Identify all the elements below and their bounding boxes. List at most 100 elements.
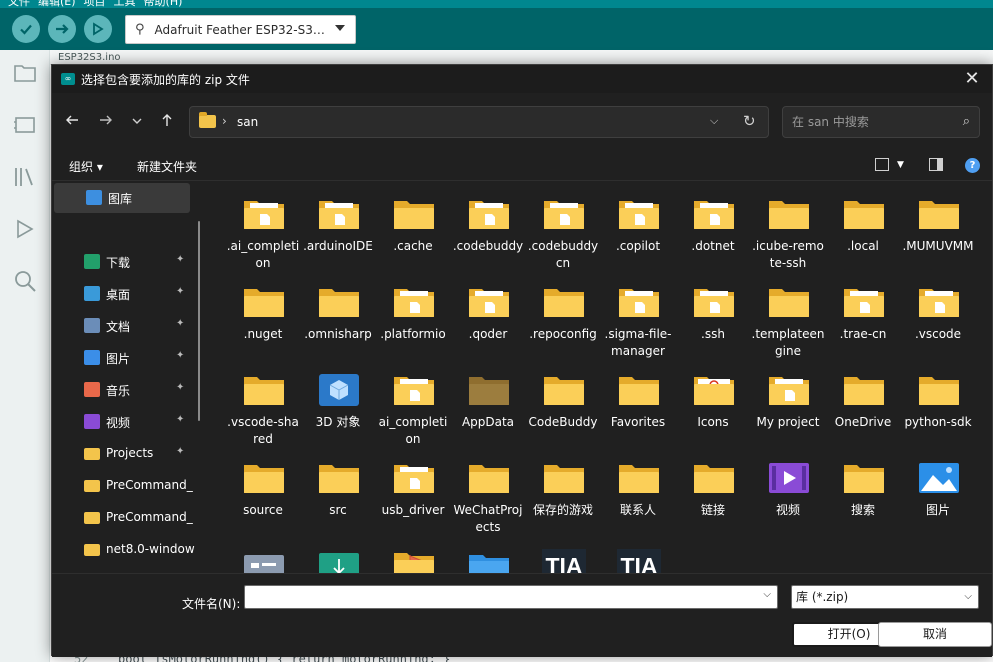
verify-button[interactable] <box>12 15 40 43</box>
board-selector[interactable]: ⚲ Adafruit Feather ESP32-S3… <box>125 15 356 44</box>
file-item[interactable]: .repoconfig <box>526 269 600 357</box>
nav-item[interactable]: 桌面 ✦ <box>52 279 202 309</box>
file-item[interactable] <box>376 533 450 573</box>
file-item[interactable]: .trae-cn <box>826 269 900 357</box>
filename-input[interactable]: ⌵ <box>244 585 778 609</box>
file-item[interactable]: .ssh <box>676 269 750 357</box>
file-item[interactable]: .cache <box>376 181 450 269</box>
debug-side-icon[interactable] <box>12 216 38 242</box>
file-item[interactable]: ai_completion <box>376 357 450 446</box>
tia-logo-text: TIA <box>545 553 583 573</box>
sketchbook-icon[interactable] <box>12 60 38 86</box>
folder-icon <box>767 285 811 319</box>
file-item[interactable]: 3D 对象 <box>301 357 375 445</box>
file-item[interactable]: WeChatProjects <box>451 445 525 534</box>
file-item[interactable] <box>301 533 375 573</box>
file-item[interactable]: .vscode <box>901 269 975 357</box>
nav-item[interactable]: Projects ✦ <box>52 439 202 469</box>
nav-item-label: Projects <box>106 446 154 460</box>
nav-item[interactable]: 文档 ✦ <box>52 311 202 341</box>
file-item[interactable] <box>451 533 525 573</box>
file-item[interactable]: source <box>226 445 300 533</box>
chevron-down-icon[interactable]: ⌵ <box>710 114 718 128</box>
chevron-down-icon[interactable]: ⌵ <box>763 589 771 600</box>
ide-menu-item[interactable]: 项目 <box>84 0 106 8</box>
file-item[interactable]: CodeBuddy <box>526 357 600 445</box>
search-input[interactable]: 在 san 中搜索 ⌕ <box>782 106 980 138</box>
chevron-down-icon <box>335 25 345 31</box>
nav-item[interactable]: PreCommand_ <box>52 503 202 533</box>
file-item[interactable]: .nuget <box>226 269 300 357</box>
file-item[interactable]: 联系人 <box>601 445 675 533</box>
file-item[interactable]: .platformio <box>376 269 450 357</box>
upload-button[interactable] <box>48 15 76 43</box>
nav-item[interactable]: net8.0-window <box>52 535 202 565</box>
file-item[interactable]: 视频 <box>751 445 825 533</box>
search-icon[interactable] <box>12 268 38 294</box>
recent-locations-button[interactable] <box>126 111 148 133</box>
ide-menu-item[interactable]: 编辑(E) <box>38 0 76 8</box>
organize-button[interactable]: 组织 ▾ <box>69 158 103 175</box>
file-item[interactable]: TIA <box>601 533 675 573</box>
chevron-down-icon[interactable]: ▼ <box>897 160 904 170</box>
file-item[interactable]: AppData <box>451 357 525 445</box>
file-item[interactable]: .copilot <box>601 181 675 269</box>
file-item[interactable]: 图片 <box>901 445 975 533</box>
close-button[interactable]: ✕ <box>960 69 984 89</box>
file-item[interactable]: 保存的游戏 <box>526 445 600 533</box>
file-item[interactable]: 链接 <box>676 445 750 533</box>
file-item[interactable]: .qoder <box>451 269 525 357</box>
file-item[interactable]: .sigma-file-manager <box>601 269 675 358</box>
file-item[interactable]: Favorites <box>601 357 675 445</box>
debug-button[interactable] <box>84 15 112 43</box>
file-item[interactable]: .arduinoIDE <box>301 181 375 269</box>
file-item[interactable]: .ai_completion <box>226 181 300 270</box>
file-item-label: 联系人 <box>619 503 656 517</box>
nav-item[interactable]: 下载 ✦ <box>52 247 202 277</box>
file-item[interactable]: .icube-remote-ssh <box>751 181 825 270</box>
file-item[interactable]: .codebuddycn <box>526 181 600 270</box>
dialog-title: 选择包含要添加的库的 zip 文件 <box>81 73 250 87</box>
ide-menu-item[interactable]: 工具 <box>114 0 136 8</box>
file-item[interactable]: .dotnet <box>676 181 750 269</box>
file-item[interactable] <box>226 533 300 573</box>
folder-icon <box>917 285 961 319</box>
nav-item[interactable]: 音乐 ✦ <box>52 375 202 405</box>
file-item[interactable]: .omnisharp <box>301 269 375 357</box>
breadcrumb-san[interactable]: san <box>237 115 258 129</box>
sketch-tab[interactable]: ESP32S3.ino <box>58 52 121 63</box>
up-button[interactable] <box>156 111 178 133</box>
help-icon[interactable]: ? <box>965 158 980 173</box>
new-folder-button[interactable]: 新建文件夹 <box>137 158 197 175</box>
forward-button[interactable] <box>95 111 117 133</box>
cancel-button[interactable]: 取消 <box>878 622 992 647</box>
file-item[interactable]: OneDrive <box>826 357 900 445</box>
ide-menu-item[interactable]: 帮助(H) <box>144 0 183 8</box>
file-item[interactable]: 搜索 <box>826 445 900 533</box>
file-item[interactable]: My project <box>751 357 825 445</box>
preview-pane-icon[interactable] <box>929 158 943 171</box>
file-item[interactable]: usb_driver <box>376 445 450 533</box>
library-manager-icon[interactable] <box>12 164 38 190</box>
nav-item[interactable]: PreCommand_ <box>52 471 202 501</box>
file-item[interactable]: TIA <box>526 533 600 573</box>
refresh-icon[interactable]: ↻ <box>743 112 756 130</box>
filetype-select[interactable]: 库 (*.zip) ⌵ <box>791 585 979 609</box>
nav-item[interactable]: 图库 <box>54 183 190 213</box>
file-item-label: .platformio <box>380 327 446 341</box>
file-item[interactable]: python-sdk <box>901 357 975 445</box>
nav-item[interactable]: 视频 ✦ <box>52 407 202 437</box>
boards-manager-icon[interactable] <box>12 112 38 138</box>
nav-item[interactable]: 图片 ✦ <box>52 343 202 373</box>
ide-menu-item[interactable]: 文件 <box>8 0 30 8</box>
file-item[interactable]: .MUMUVMM <box>901 181 975 269</box>
file-item[interactable]: .codebuddy <box>451 181 525 269</box>
file-item[interactable]: src <box>301 445 375 533</box>
view-options-icon[interactable] <box>875 158 889 171</box>
file-item[interactable]: Icons <box>676 357 750 445</box>
file-item[interactable]: .templateengine <box>751 269 825 358</box>
file-item[interactable]: .local <box>826 181 900 269</box>
back-button[interactable] <box>61 111 83 133</box>
address-bar[interactable]: › san ⌵ ↻ <box>189 106 769 138</box>
file-item[interactable]: .vscode-shared <box>226 357 300 446</box>
